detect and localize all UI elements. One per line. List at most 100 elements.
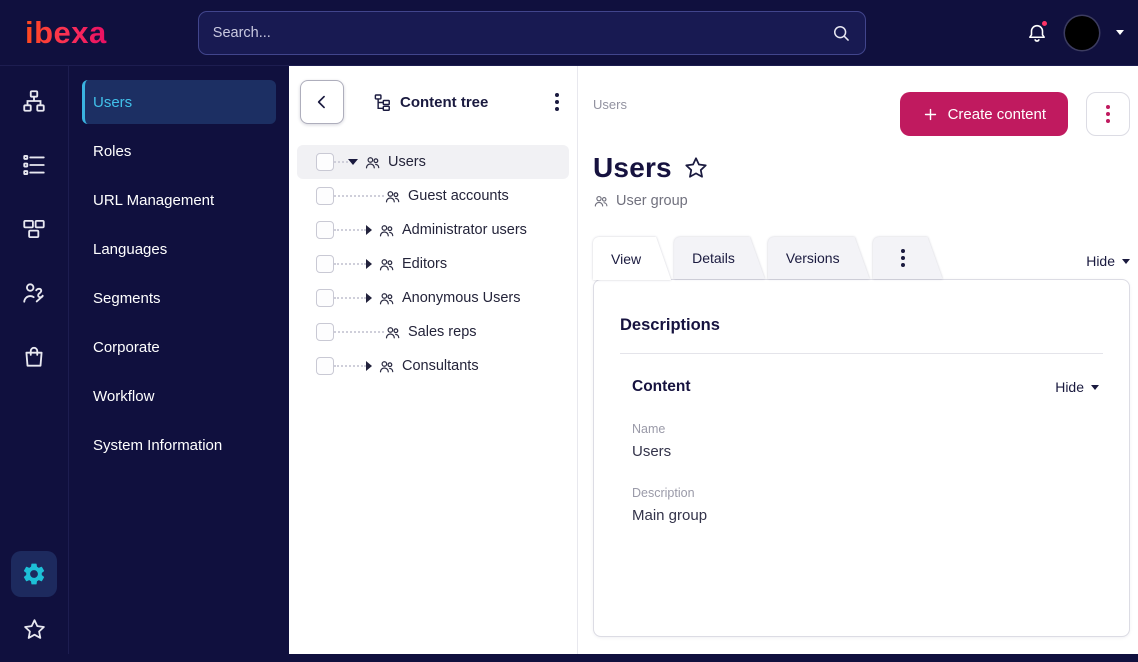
tree-row-anonymous-users[interactable]: Anonymous Users [297,281,569,315]
sidebar-item-label: Segments [93,289,161,307]
user-group-icon [378,256,395,273]
tree-checkbox[interactable] [316,221,334,239]
tree-row-administrator-users[interactable]: Administrator users [297,213,569,247]
user-group-icon [378,222,395,239]
tab-details[interactable]: Details [674,237,765,279]
caret-right-icon[interactable] [366,361,372,371]
sitemap-icon[interactable] [21,88,47,114]
top-actions: Create content [899,92,1130,136]
settings-gear-icon [21,561,47,587]
content-tree-rows: Users Guest accounts Administrator users… [289,145,577,383]
bookmark-star-icon[interactable] [683,155,709,181]
tab-wrap: Details [674,237,765,279]
tab-wrap [873,237,943,279]
tab-label: Versions [785,250,840,266]
caret-right-icon[interactable] [366,293,372,303]
tab-versions[interactable]: Versions [768,237,870,279]
sidebar-item-system-information[interactable]: System Information [82,423,276,467]
caret-down-icon [1091,384,1099,390]
personalization-icon[interactable] [21,280,47,306]
modules-icon[interactable] [21,216,47,242]
caret-right-icon[interactable] [366,259,372,269]
sidebar-item-url-management[interactable]: URL Management [82,178,276,222]
content-type-row: User group [593,193,1130,209]
tab-wrap: View [593,237,671,279]
sidebar-item-users[interactable]: Users [82,80,276,124]
context-menu-button[interactable] [1086,92,1130,136]
card-heading: Descriptions [620,316,720,334]
main-top-row: Users Create content [593,92,1130,136]
content-tree-header: Content tree [289,66,577,124]
icon-rail [0,66,69,654]
caret-right-icon[interactable] [366,225,372,235]
content-list-icon[interactable] [21,152,47,178]
content-tree-title-group: Content tree [373,93,488,112]
tab-more[interactable] [873,237,943,279]
topbar: ibexa [0,0,1138,66]
hide-label: Hide [1055,379,1084,395]
collapse-tree-button[interactable] [300,80,344,124]
user-group-icon [378,290,395,307]
hide-toggle[interactable]: Hide [1086,253,1130,279]
notifications-bell-icon[interactable] [1026,19,1048,44]
search-bar[interactable] [197,10,866,55]
tab-wrap: Versions [768,237,870,279]
settings-gear-button[interactable] [11,551,57,597]
ibexa-logo[interactable]: ibexa [25,17,107,48]
field-value: Users [632,443,672,460]
bottom-edge [0,654,1138,662]
field-name: Name Users [620,422,1103,460]
user-group-icon [384,188,401,205]
sidebar-item-languages[interactable]: Languages [82,227,276,271]
tree-checkbox[interactable] [316,255,334,273]
field-label: Description [632,486,695,500]
sidebar-item-roles[interactable]: Roles [82,129,276,173]
tree-checkbox[interactable] [316,357,334,375]
tree-connector [334,195,384,197]
sidebar-item-corporate[interactable]: Corporate [82,325,276,369]
user-group-icon [384,324,401,341]
tree-item-label: Users [388,154,426,170]
ibexa-admin-app: ibexa Search... Users Roles URL Manageme… [0,0,1138,662]
section-hide-toggle[interactable]: Hide [1055,379,1099,395]
tree-row-users[interactable]: Users [297,145,569,179]
tabs-row: View Details Versions Hide [593,237,1130,279]
caret-down-icon[interactable] [348,159,358,165]
tree-item-label: Administrator users [402,222,527,238]
user-menu-caret-icon[interactable] [1116,30,1124,35]
notification-dot [1041,19,1048,27]
tree-row-guest-accounts[interactable]: Guest accounts [297,179,569,213]
main-content: Users Create content Users User group Vi… [578,66,1138,654]
sidebar-item-workflow[interactable]: Workflow [82,374,276,418]
content-card: Descriptions Content Hide Name Users Des… [593,279,1130,637]
chevron-left-icon [312,92,332,112]
tab-view[interactable]: View [593,237,671,280]
user-avatar[interactable] [1065,15,1099,50]
tree-checkbox[interactable] [316,153,334,171]
create-content-button[interactable]: Create content [899,92,1068,136]
kebab-icon [1102,101,1114,127]
commerce-icon[interactable] [21,344,47,370]
sidebar-item-label: Languages [93,240,168,258]
search-icon[interactable] [831,23,851,43]
search-input[interactable] [212,24,831,41]
tree-connector [334,161,348,163]
tree-connector [334,263,366,265]
tab-label: Details [692,250,735,266]
content-type-label: User group [616,193,688,209]
tree-checkbox[interactable] [316,289,334,307]
tree-checkbox[interactable] [316,323,334,341]
tabs: View Details Versions [593,237,943,279]
rail-bottom [11,551,57,654]
bookmarks-star-icon[interactable] [22,617,47,642]
tree-row-consultants[interactable]: Consultants [297,349,569,383]
user-group-icon [364,154,381,171]
breadcrumb: Users [593,97,627,112]
tree-row-sales-reps[interactable]: Sales reps [297,315,569,349]
section-header: Content Hide [620,378,1103,396]
tree-row-editors[interactable]: Editors [297,247,569,281]
sidebar-item-segments[interactable]: Segments [82,276,276,320]
content-tree-panel: Content tree Users Guest accounts Admini… [289,66,578,654]
tree-kebab-menu-icon[interactable] [551,89,563,115]
tree-checkbox[interactable] [316,187,334,205]
